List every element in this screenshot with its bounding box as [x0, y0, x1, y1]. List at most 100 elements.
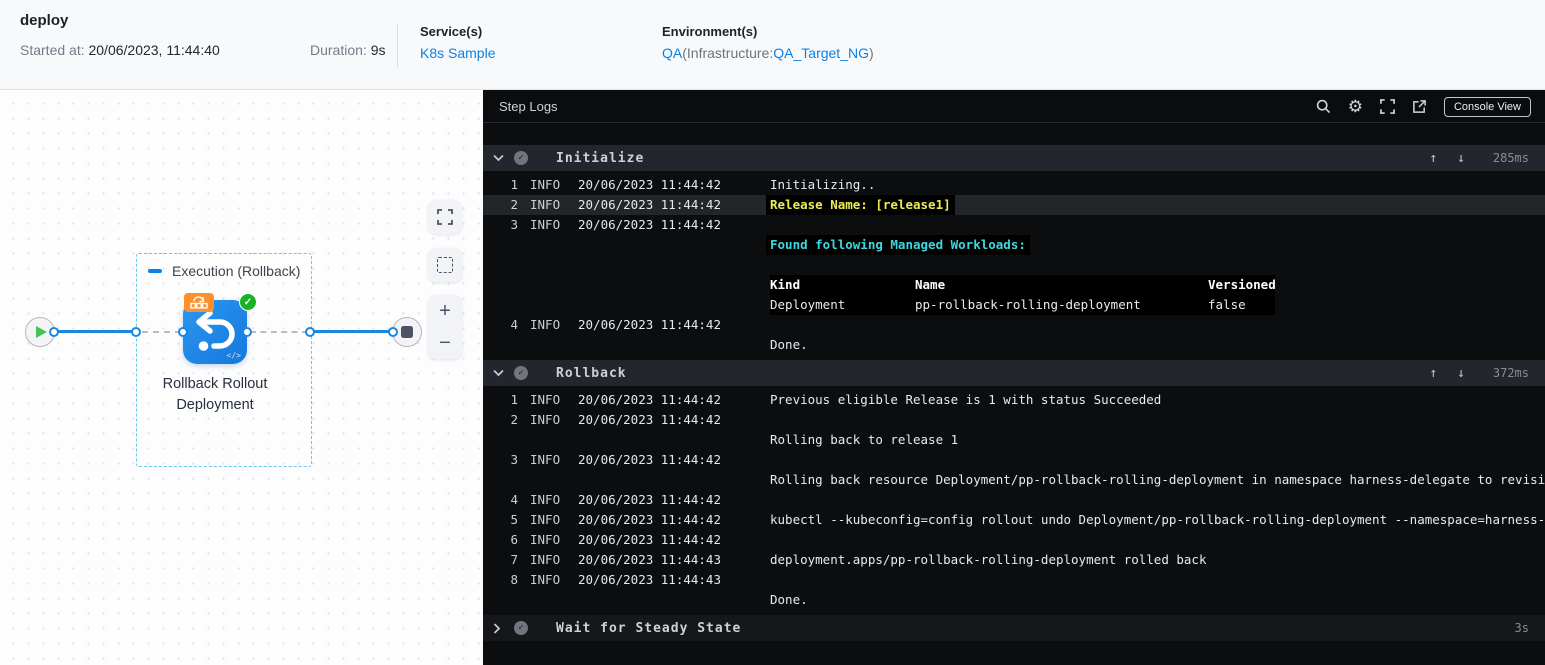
chevron-down-icon[interactable]	[493, 154, 505, 162]
log-message: Rolling back resource Deployment/pp-roll…	[770, 472, 1545, 487]
pipeline-name: deploy	[20, 12, 69, 29]
rollback-deployment-badge-icon	[184, 293, 214, 312]
log-timestamp: 20/06/2023 11:44:42	[578, 512, 721, 527]
log-timestamp: 20/06/2023 11:44:43	[578, 552, 721, 567]
chevron-down-icon[interactable]	[493, 369, 505, 377]
env-suffix: )	[868, 45, 874, 61]
table-cell: false	[1208, 297, 1246, 312]
section-title: Rollback	[556, 365, 627, 381]
log-message: deployment.apps/pp-rollback-rolling-depl…	[770, 552, 1207, 567]
step-caption-line1: Rollback Rollout	[162, 376, 268, 392]
log-row: Done.	[483, 335, 1545, 355]
log-row: 2 INFO 20/06/2023 11:44:42 Release Name: [r…	[483, 195, 1545, 215]
console-view-button[interactable]: Console View	[1443, 96, 1531, 117]
log-level: INFO	[530, 532, 561, 547]
line-number: 6	[510, 532, 518, 547]
fullscreen-icon	[437, 209, 453, 225]
log-level: INFO	[530, 197, 561, 212]
service-link[interactable]: K8s Sample	[420, 45, 495, 61]
line-number: 3	[510, 217, 518, 232]
log-level: INFO	[530, 412, 561, 427]
log-row: 6 INFO 20/06/2023 11:44:42	[483, 530, 1545, 550]
section-duration: 3s	[1514, 621, 1529, 635]
log-row: Found following Managed Workloads:	[483, 235, 1545, 255]
scroll-to-top-button[interactable]: ↑	[1429, 151, 1437, 166]
port	[49, 327, 59, 337]
log-sections: ✓ Initialize ↑ ↓ 285ms 1 INFO 20/06/2023 11:44:…	[483, 123, 1545, 641]
log-level: INFO	[530, 177, 561, 192]
scroll-to-bottom-button[interactable]: ↓	[1457, 366, 1465, 381]
log-row: 1 INFO 20/06/2023 11:44:42 Initializing..	[483, 175, 1545, 195]
section-title: Initialize	[556, 150, 645, 166]
open-in-new-button[interactable]	[1412, 99, 1427, 114]
log-message: kubectl --kubeconfig=config rollout undo…	[770, 512, 1545, 527]
log-section: ✓ Rollback ↑ ↓ 372ms 1 INFO 20/06/2023 11:44:42…	[483, 360, 1545, 614]
log-message: Done.	[770, 592, 808, 607]
log-level: INFO	[530, 392, 561, 407]
services-block: Service(s) K8s Sample	[420, 24, 495, 61]
zoom-in-button[interactable]: +	[428, 295, 462, 327]
port	[305, 327, 315, 337]
table-cell: Deployment	[770, 297, 846, 312]
log-section-header[interactable]: ✓ Initialize ↑ ↓ 285ms	[483, 145, 1545, 171]
log-level: INFO	[530, 492, 561, 507]
scroll-to-bottom-button[interactable]: ↓	[1457, 151, 1465, 166]
collapse-stage-icon[interactable]	[148, 269, 162, 273]
status-success-icon: ✓	[514, 151, 528, 165]
console-fullscreen-button[interactable]	[1380, 99, 1395, 114]
zoom-out-button[interactable]: −	[428, 327, 462, 359]
line-number: 1	[510, 177, 518, 192]
chevron-right-icon[interactable]	[493, 623, 505, 634]
log-message: Done.	[770, 337, 808, 352]
search-button[interactable]	[1316, 99, 1331, 114]
port	[178, 327, 188, 337]
canvas-marquee-button[interactable]	[428, 248, 462, 282]
log-row: 2 INFO 20/06/2023 11:44:42	[483, 410, 1545, 430]
log-level: INFO	[530, 217, 561, 232]
log-row: 4 INFO 20/06/2023 11:44:42	[483, 315, 1545, 335]
pipeline-graph-canvas[interactable]: Execution (Rollback) </> ✓ Rollback Roll…	[0, 90, 483, 665]
zoom-controls: + −	[428, 295, 462, 359]
duration: Duration: 9s	[310, 42, 386, 58]
log-rows: 1 INFO 20/06/2023 11:44:42 Previous eligibl…	[483, 386, 1545, 614]
execution-header: deploy Started at: 20/06/2023, 11:44:40 …	[0, 0, 1545, 90]
log-row: Rolling back to release 1	[483, 430, 1545, 450]
log-level: INFO	[530, 317, 561, 332]
canvas-fullscreen-button[interactable]	[428, 200, 462, 234]
duration-label: Duration:	[310, 42, 367, 58]
table-cell: pp-rollback-rolling-deployment	[915, 297, 1141, 312]
log-row: Rolling back resource Deployment/pp-roll…	[483, 470, 1545, 490]
line-number: 5	[510, 512, 518, 527]
log-section-header[interactable]: ✓ Wait for Steady State 3s	[483, 615, 1545, 641]
log-section-header[interactable]: ✓ Rollback ↑ ↓ 372ms	[483, 360, 1545, 386]
step-caption: Rollback Rollout Deployment	[135, 374, 295, 416]
search-icon	[1316, 99, 1330, 114]
env-infra-prefix: (Infrastructure:	[682, 45, 774, 61]
table-cell: Name	[915, 277, 946, 292]
environment-link[interactable]: QA	[662, 45, 682, 61]
log-message: Release Name: [release1]	[766, 195, 955, 215]
stage-header: Execution (Rollback)	[148, 263, 300, 279]
started-at-value: 20/06/2023, 11:44:40	[88, 42, 220, 58]
section-header-right: ↑ ↓ 285ms	[1429, 151, 1529, 166]
scroll-to-top-button[interactable]: ↑	[1429, 366, 1437, 381]
log-level: INFO	[530, 512, 561, 527]
log-row: Kind Name Versioned	[483, 275, 1545, 295]
pipeline-execution-page: deploy Started at: 20/06/2023, 11:44:40 …	[0, 0, 1545, 665]
line-number: 7	[510, 552, 518, 567]
settings-button[interactable]: ⚙	[1348, 98, 1363, 115]
section-header-right: ↑ ↓ 372ms	[1429, 366, 1529, 381]
log-row: 3 INFO 20/06/2023 11:44:42	[483, 215, 1545, 235]
environments-block: Environment(s) QA(Infrastructure:QA_Targ…	[662, 24, 874, 61]
step-success-icon: ✓	[239, 293, 257, 311]
port	[242, 327, 252, 337]
console-title: Step Logs	[499, 98, 558, 114]
services-label: Service(s)	[420, 24, 483, 39]
infrastructure-link[interactable]: QA_Target_NG	[773, 45, 869, 61]
stop-icon	[401, 326, 413, 338]
console-header: Step Logs ⚙ Console View	[483, 90, 1545, 123]
duration-value: 9s	[370, 42, 386, 58]
code-icon: </>	[226, 351, 241, 360]
line-number: 3	[510, 452, 518, 467]
log-level: INFO	[530, 452, 561, 467]
